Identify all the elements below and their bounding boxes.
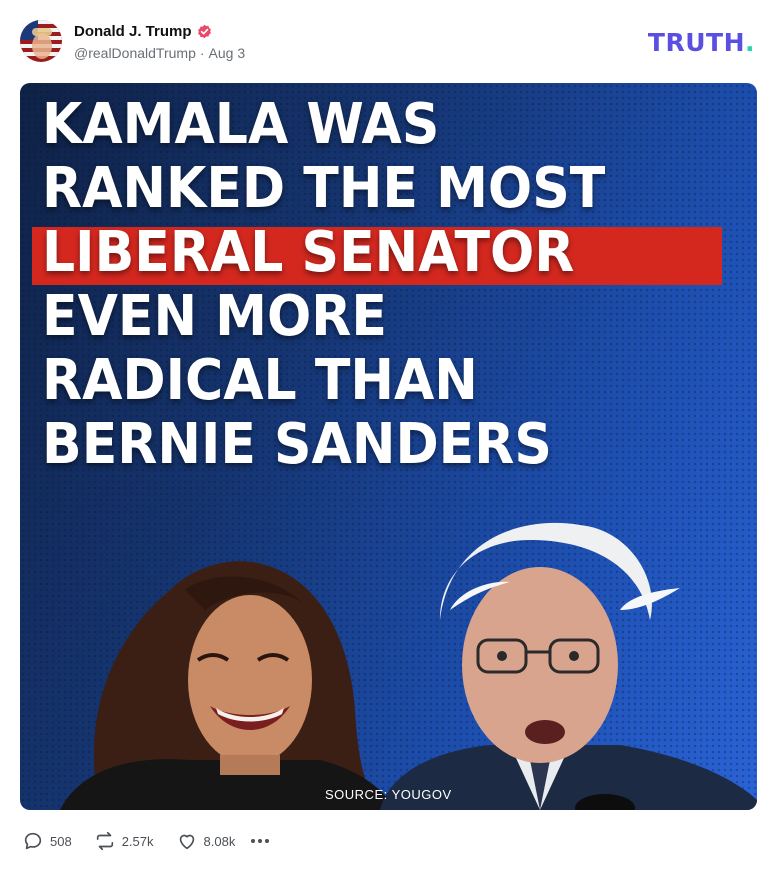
reply-button[interactable]: 508 — [22, 830, 72, 852]
avatar-flag-portrait — [20, 20, 62, 62]
truth-social-logo[interactable]: TRUTH. — [648, 28, 755, 57]
brand-logo-text: TRUTH — [647, 28, 745, 57]
verified-badge-icon — [197, 24, 211, 39]
comment-icon — [24, 832, 42, 850]
right-portrait — [380, 522, 757, 810]
headline-line-2: RANKED THE MOST — [42, 156, 606, 221]
retruth-button[interactable]: 2.57k — [94, 830, 154, 852]
like-count: 8.08k — [203, 833, 236, 849]
like-button[interactable]: 8.08k — [176, 830, 236, 852]
more-dot — [251, 839, 256, 843]
image-source-caption: SOURCE: YOUGOV — [325, 787, 452, 802]
meta-separator: · — [199, 45, 205, 61]
post-image[interactable]: KAMALA WAS RANKED THE MOST LIBERAL SENAT… — [20, 83, 757, 810]
post-date[interactable]: Aug 3 — [209, 45, 246, 61]
headline-line-5: RADICAL THAN — [42, 348, 478, 413]
post-actions: 508 2.57k 8.08k — [22, 830, 270, 852]
portrait-photos — [60, 522, 757, 810]
author-name[interactable]: Donald J. Trump — [74, 23, 192, 40]
brand-logo-dot: . — [745, 28, 755, 57]
headline-line-1: KAMALA WAS — [42, 92, 440, 157]
image-headline: KAMALA WAS RANKED THE MOST LIBERAL SENAT… — [32, 92, 742, 477]
headline-line-3: LIBERAL SENATOR — [42, 220, 575, 285]
left-portrait — [60, 561, 395, 810]
more-dot — [265, 839, 270, 843]
highlighted-line: LIBERAL SENATOR — [32, 220, 722, 285]
author-handle[interactable]: @realDonaldTrump — [74, 45, 196, 61]
repost-icon — [96, 831, 113, 851]
heart-icon — [179, 834, 194, 850]
headline-line-4: EVEN MORE — [42, 284, 387, 349]
retruth-count: 2.57k — [121, 833, 154, 849]
reply-count: 508 — [50, 833, 72, 849]
headline-line-6: BERNIE SANDERS — [42, 412, 552, 477]
post-header: Donald J. Trump @realDonaldTrump · Aug 3… — [20, 20, 757, 66]
more-dot — [258, 839, 263, 843]
avatar[interactable] — [20, 20, 62, 62]
more-options-icon[interactable] — [251, 839, 270, 843]
